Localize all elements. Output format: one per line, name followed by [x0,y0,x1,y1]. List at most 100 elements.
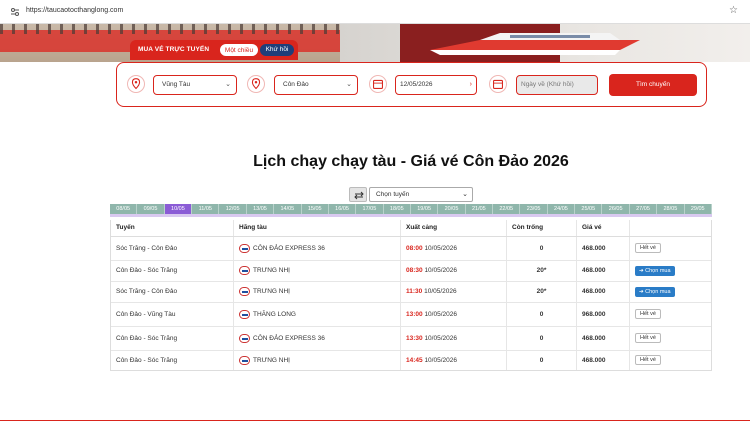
operator-text: TRƯNG NHỊ [253,267,290,275]
date-tab[interactable]: 17/05 [356,204,384,214]
sold-out-button[interactable]: Hết vé [635,309,661,319]
price-cell: 468.000 [576,280,630,302]
departure-time: 11:30 [406,288,423,295]
date-tab[interactable]: 20/05 [438,204,466,214]
url-text[interactable]: https://taucaotocthanglong.com [26,7,123,14]
from-select[interactable]: Vũng Tàu ⌄ [153,75,237,95]
date-tab[interactable]: 15/05 [302,204,329,214]
date-strip-underline [110,214,712,217]
table-row: Côn Đảo - Vũng Tàu THĂNG LONG 13:00 10/05/… [110,301,712,326]
star-icon[interactable]: ☆ [729,5,738,16]
route-select[interactable]: Chọn tuyến ⌄ [369,187,473,202]
operator-logo-icon [239,243,250,253]
departure-time: 08:00 [406,244,423,252]
date-tab[interactable]: 08/05 [110,204,138,214]
date-tab[interactable]: 13/05 [247,204,275,214]
table-row: Sóc Trăng - Côn Đảo CÔN ĐẢO EXPRESS 36 08:… [110,235,712,260]
date-tab[interactable]: 09/05 [137,204,165,214]
date-tab[interactable]: 25/05 [575,204,603,214]
buy-button[interactable]: ➔ Chọn mua [635,286,675,297]
date-tab[interactable]: 16/05 [329,204,357,214]
departure-cell: 14:45 10/05/2026 [400,349,507,371]
seats-cell: 0 [506,301,577,326]
ship-illustration [430,33,640,55]
price-cell: 468.000 [576,235,630,260]
action-cell: Hết vé [629,325,712,350]
operator-cell: TRƯNG NHỊ [233,280,401,302]
departure-time: 13:30 [406,334,423,342]
to-select[interactable]: Côn Đảo ⌄ [274,75,358,95]
operator-logo-icon [239,287,250,296]
tab-return[interactable]: Khứ hồi [260,44,294,56]
table-row: Côn Đảo - Sóc Trăng TRƯNG NHỊ 08:30 10/05/… [110,259,712,281]
return-date-input[interactable]: Ngày về (Khứ hồi) [516,75,598,95]
col-departure: Xuất cảng [400,220,507,237]
price-cell: 468.000 [576,325,630,350]
action-cell: Hết vé [629,349,712,371]
sold-out-button[interactable]: Hết vé [635,243,661,253]
chevron-down-icon: ⌄ [346,81,352,88]
date-tab[interactable]: 28/05 [657,204,685,214]
departure-date: 10/05/2026 [424,288,457,295]
chevron-right-icon: › [469,81,472,88]
arrow-right-icon: ➔ [639,288,644,295]
date-tab[interactable]: 19/05 [411,204,439,214]
operator-logo-icon [239,355,250,365]
page-title: Lịch chạy chạy tàu - Giá vé Côn Đảo 2026 [253,153,569,170]
price-cell: 468.000 [576,259,630,281]
tab-oneway[interactable]: Một chiều [220,44,258,56]
sold-out-button[interactable]: Hết vé [635,333,661,343]
swap-icon [354,191,364,200]
route-cell: Côn Đảo - Sóc Trăng [110,349,234,371]
route-text: Sóc Trăng - Côn Đảo [116,244,178,252]
operator-text: THĂNG LONG [253,310,296,318]
date-tab[interactable]: 26/05 [602,204,630,214]
action-cell: Hết vé [629,235,712,260]
date-tab[interactable]: 23/05 [520,204,548,214]
col-operator: Hãng tàu [233,220,401,237]
date-tab[interactable]: 22/05 [493,204,521,214]
table-row: Côn Đảo - Sóc Trăng TRƯNG NHỊ 14:45 10/05/… [110,349,712,371]
to-value: Côn Đảo [283,81,309,88]
date-tab[interactable]: 29/05 [685,204,712,214]
sold-out-button[interactable]: Hết vé [635,355,661,365]
date-tab[interactable]: 18/05 [384,204,411,214]
route-cell: Sóc Trăng - Côn Đảo [110,235,234,260]
action-cell: ➔ Chọn mua [629,259,712,281]
search-button[interactable]: Tìm chuyến [609,74,697,96]
departure-cell: 13:30 10/05/2026 [400,325,507,350]
operator-cell: TRƯNG NHỊ [233,259,401,281]
site-settings-icon[interactable] [10,7,20,17]
departure-date: 10/05/2026 [424,356,457,364]
route-cell: Sóc Trăng - Côn Đảo [110,280,234,302]
date-tab[interactable]: 24/05 [548,204,576,214]
calendar-icon [489,75,507,93]
route-text: Sóc Trăng - Côn Đảo [116,288,178,295]
depart-date-input[interactable]: 12/05/2026 › [395,75,477,95]
action-cell: ➔ Chọn mua [629,280,712,302]
table-header-row: Tuyến Hãng tàu Xuất cảng Còn trống Giá v… [110,220,712,237]
booking-form: Vũng Tàu ⌄ Côn Đảo ⌄ 12/05/2026 › Ngày v… [116,62,707,107]
route-text: Côn Đảo - Sóc Trăng [116,334,178,342]
departure-date: 10/05/2026 [424,244,457,252]
date-tab[interactable]: 11/05 [192,204,220,214]
departure-date: 10/05/2026 [424,267,457,274]
operator-cell: CÔN ĐẢO EXPRESS 36 [233,325,401,350]
date-tab[interactable]: 27/05 [630,204,658,214]
buy-label: Chọn mua [645,267,671,274]
date-tab[interactable]: 21/05 [466,204,494,214]
booking-tab-title: MUA VÉ TRỰC TUYẾN [138,46,210,53]
operator-cell: THĂNG LONG [233,301,401,326]
chevron-down-icon: ⌄ [462,191,468,198]
date-tab[interactable]: 10/05 [164,204,193,214]
route-text: Côn Đảo - Sóc Trăng [116,267,178,274]
swap-button[interactable] [349,187,367,202]
departure-time: 13:00 [406,310,423,318]
date-tab[interactable]: 14/05 [274,204,302,214]
buy-button[interactable]: ➔ Chọn mua [635,265,675,276]
departure-time: 14:45 [406,356,423,364]
date-tab[interactable]: 12/05 [219,204,247,214]
operator-logo-icon [239,266,250,275]
depart-date-value: 12/05/2026 [400,81,433,88]
departure-date: 10/05/2026 [424,334,457,342]
